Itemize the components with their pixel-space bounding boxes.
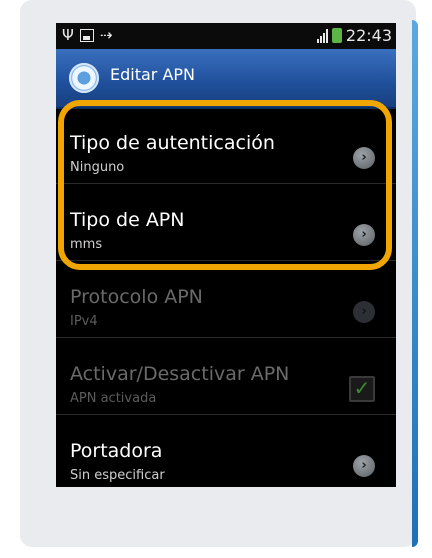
- setting-apn-protocol: Protocolo APN IPv4 ›: [56, 261, 396, 338]
- signal-icon: [316, 28, 328, 43]
- setting-label: Activar/Desactivar APN: [70, 363, 290, 385]
- setting-value: Sin especificar: [70, 468, 165, 483]
- setting-label: Tipo de autenticación: [70, 132, 275, 154]
- chevron-right-icon[interactable]: ›: [353, 455, 375, 477]
- chevron-right-icon: ›: [353, 301, 375, 323]
- status-time: 22:43: [345, 26, 392, 45]
- setting-apn-enable: Activar/Desactivar APN APN activada ✓: [56, 338, 396, 415]
- setting-value: APN activada: [70, 391, 157, 406]
- page-title: Editar APN: [110, 65, 196, 84]
- setting-value: Ninguno: [70, 160, 125, 175]
- battery-icon: [331, 28, 342, 43]
- phone-screen: Ψ ⇢ 22:43 Editar APN Tipo de autenticaci…: [56, 23, 396, 487]
- title-bar: Editar APN: [56, 49, 396, 109]
- card-accent-edge: [412, 20, 418, 547]
- apn-settings-list: Tipo de autenticación Ninguno › Tipo de …: [56, 107, 396, 487]
- setting-value: IPv4: [70, 314, 98, 329]
- status-bar: Ψ ⇢ 22:43: [56, 23, 396, 49]
- checkbox-checked-icon: ✓: [349, 376, 375, 402]
- setting-bearer[interactable]: Portadora Sin especificar ›: [56, 415, 396, 487]
- usb-icon: Ψ: [62, 26, 74, 44]
- setting-label: Protocolo APN: [70, 286, 203, 308]
- sync-icon: ⇢: [99, 26, 113, 44]
- chevron-right-icon[interactable]: ›: [353, 224, 375, 246]
- setting-value: mms: [70, 237, 103, 252]
- image-icon: [79, 28, 94, 42]
- chevron-right-icon[interactable]: ›: [353, 147, 375, 169]
- setting-auth-type[interactable]: Tipo de autenticación Ninguno ›: [56, 107, 396, 184]
- setting-label: Tipo de APN: [70, 209, 185, 231]
- setting-apn-type[interactable]: Tipo de APN mms ›: [56, 184, 396, 261]
- settings-gear-icon: [69, 63, 99, 93]
- setting-label: Portadora: [70, 440, 163, 462]
